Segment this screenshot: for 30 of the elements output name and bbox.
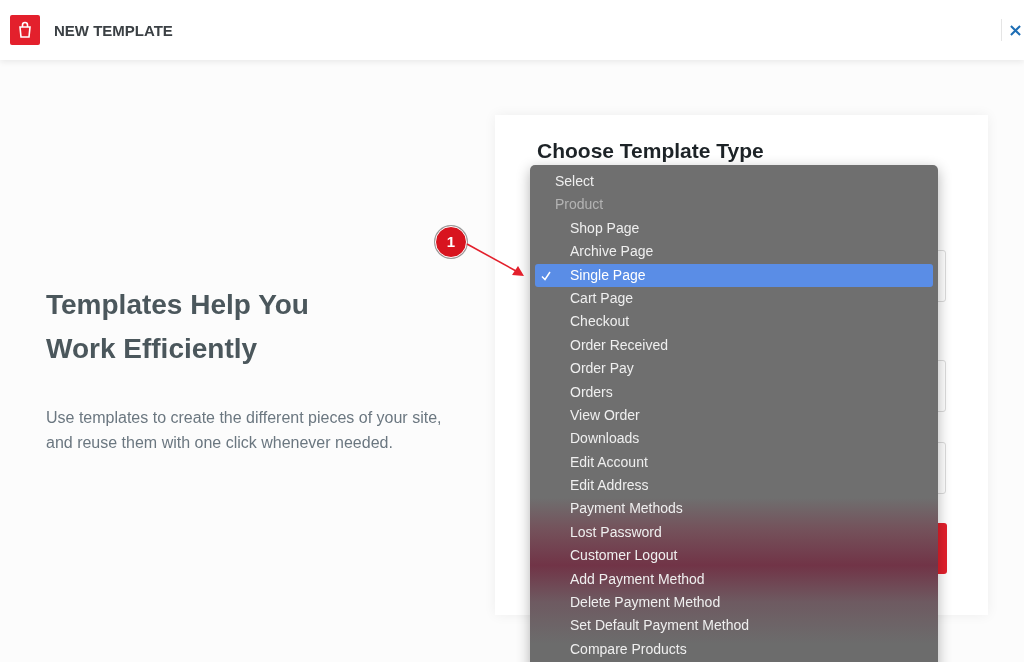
card-heading: Choose Template Type xyxy=(537,139,765,163)
checkmark-icon xyxy=(541,270,551,281)
menu-option[interactable]: Checkout xyxy=(535,310,933,334)
group-label: Product xyxy=(554,195,605,215)
menu-option[interactable]: Delete Payment Method xyxy=(535,591,933,615)
menu-option[interactable]: Set Default Payment Method xyxy=(535,614,933,638)
menu-option[interactable]: Cart Page xyxy=(535,286,933,311)
menu-option[interactable]: Order Received xyxy=(535,333,933,358)
window-title: NEW TEMPLATE xyxy=(54,21,173,39)
intro-heading: Templates Help You Work Efficiently xyxy=(46,288,310,366)
menu-option[interactable]: Downloads xyxy=(535,427,933,451)
menu-option[interactable]: Shop Page xyxy=(535,216,933,241)
menu-option[interactable]: Edit Address xyxy=(535,474,933,498)
arrow-icon xyxy=(466,243,526,279)
menu-option[interactable]: Payment Methods xyxy=(535,497,933,521)
menu-option[interactable]: Lost Password xyxy=(535,520,933,545)
step-badge: 1 xyxy=(435,226,467,258)
menu-option[interactable]: Customer Logout xyxy=(535,544,933,568)
menu-option[interactable]: Add Payment Method xyxy=(535,567,933,592)
menu-option[interactable]: Orders xyxy=(535,380,933,404)
menu-option[interactable]: Edit Account xyxy=(535,450,933,475)
menu-option[interactable]: Order Pay xyxy=(535,357,933,381)
menu-option[interactable]: Archive Page xyxy=(535,240,933,264)
menu-option[interactable]: Single Page xyxy=(535,263,933,287)
menu-option[interactable]: Select xyxy=(535,170,933,194)
menu-option[interactable]: Compare Products xyxy=(535,637,933,662)
close-icon[interactable] xyxy=(1010,24,1021,36)
intro-text: Use templates to create the different pieces of your site, and reuse them with one click whenever needed. xyxy=(46,408,443,453)
shopping-bag-icon xyxy=(10,15,40,45)
menu-option[interactable]: View Order xyxy=(535,403,933,428)
